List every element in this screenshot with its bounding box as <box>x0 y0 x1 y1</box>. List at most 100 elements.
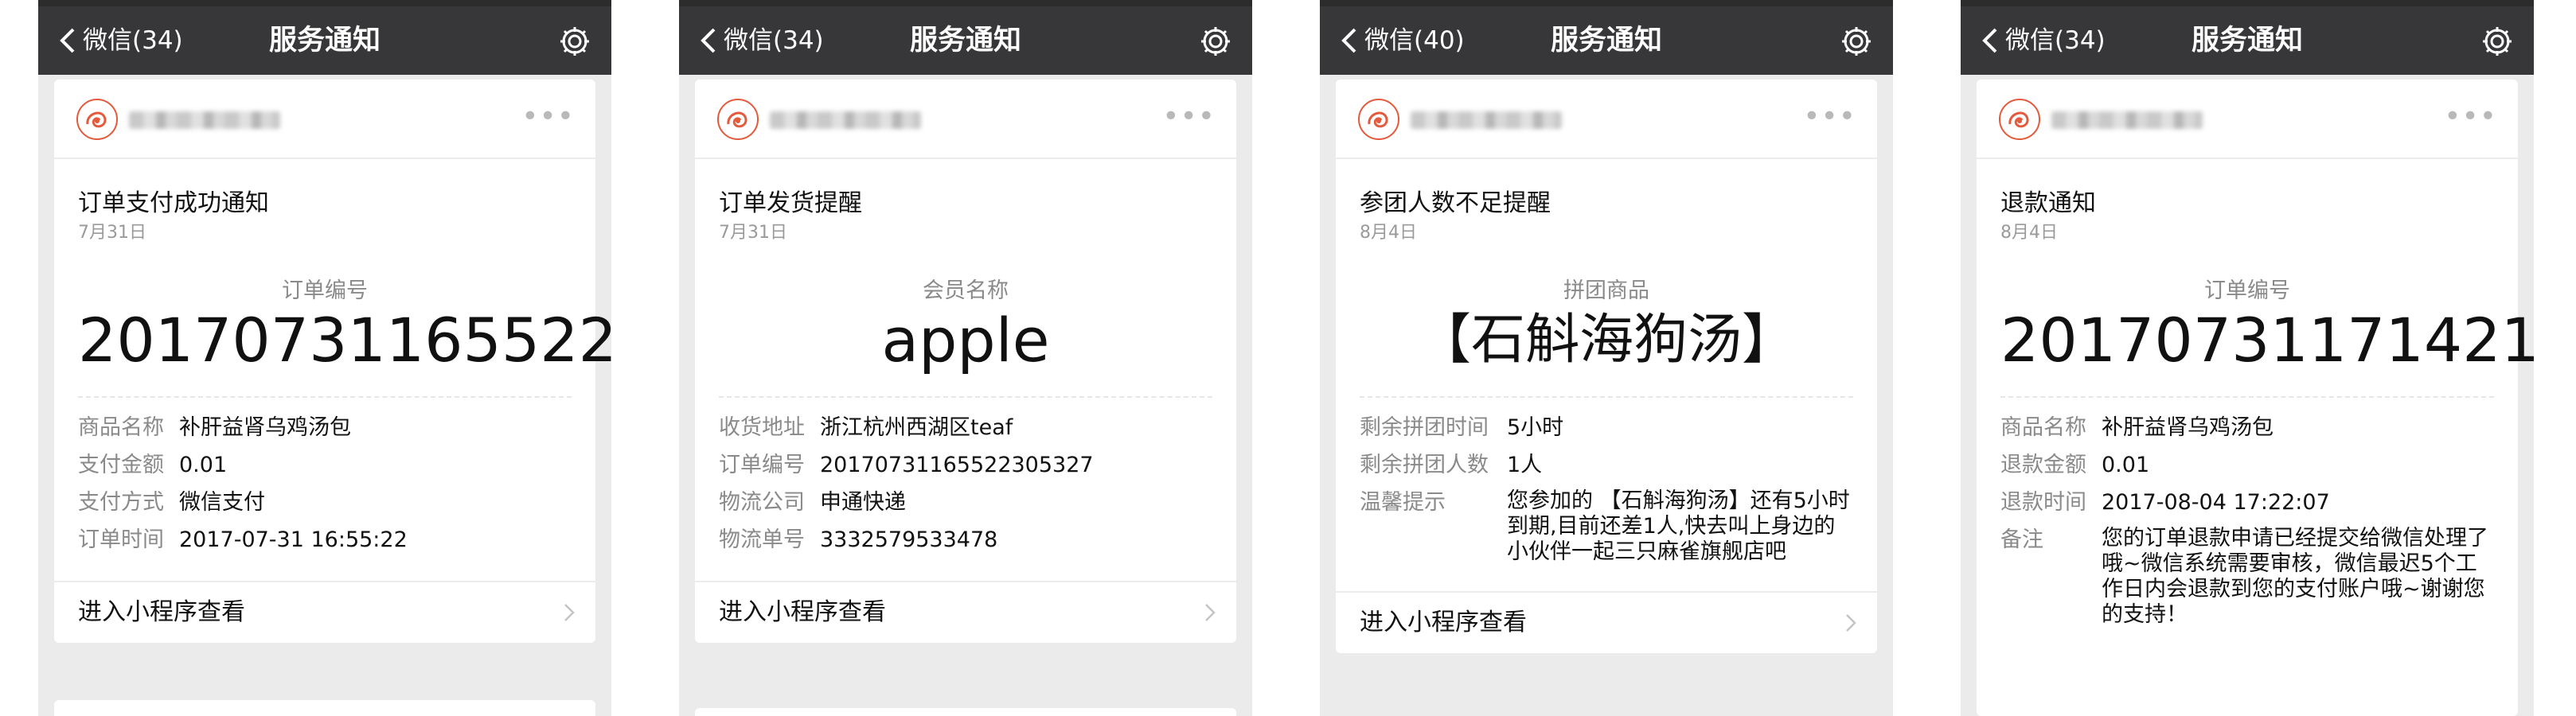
field-value: 您的订单退款申请已经提交给微信处理了哦~微信系统需要审核，微信最迟5个工作日内会… <box>2102 526 2488 627</box>
status-bar <box>38 0 611 6</box>
card-body: 参团人数不足提醒 8月4日 拼团商品 【石斛海狗汤】 剩余拼团时间 5小时 剩余拼… <box>1336 188 1877 591</box>
field-row: 订单编号 20170731165522305327 <box>719 451 1212 480</box>
field-value: 补肝益肾乌鸡汤包 <box>179 415 351 440</box>
phone-screen-refund: 微信(34) 服务通知 ••• 退款通知 8月4日 订单编号 201707311… <box>1961 0 2534 716</box>
status-bar <box>1961 0 2534 6</box>
message-date: 7月31日 <box>719 223 787 243</box>
back-button[interactable]: 微信(34) <box>54 6 183 75</box>
message-title: 订单发货提醒 <box>719 189 862 217</box>
next-card-peek <box>695 708 1236 716</box>
back-label: 微信(34) <box>83 26 183 55</box>
field-row: 物流单号 3332579533478 <box>719 526 1212 555</box>
message-title: 参团人数不足提醒 <box>1360 189 1551 217</box>
gear-icon[interactable] <box>1198 24 1233 59</box>
phone-screen-payment: 微信(34) 服务通知 ••• 订单支付成功通知 7月31日 订单编号 2017… <box>38 0 611 716</box>
more-dots-icon[interactable]: ••• <box>1162 97 1216 137</box>
field-value: 2017-08-04 17:22:07 <box>2102 490 2330 515</box>
message-date: 7月31日 <box>78 223 146 243</box>
card-header: ••• <box>1336 80 1877 159</box>
back-button[interactable]: 微信(40) <box>1336 6 1465 75</box>
back-button[interactable]: 微信(34) <box>695 6 824 75</box>
card-body: 退款通知 8月4日 订单编号 20170731171421 商品名称 补肝益肾乌鸡… <box>1977 188 2534 654</box>
key-value: 20170731171421 <box>2000 305 2534 376</box>
card-body: 订单支付成功通知 7月31日 订单编号 20170731165522 商品名称补… <box>54 188 611 581</box>
blurred-account-name <box>2051 111 2203 129</box>
nav-bar: 微信(40) 服务通知 <box>1320 6 1893 75</box>
avatar <box>1999 99 2040 140</box>
field-label: 物流公司 <box>719 490 805 515</box>
chevron-left-icon <box>1341 28 1356 53</box>
open-mini-program-link[interactable]: 进入小程序查看 <box>695 581 1236 643</box>
card-body: 订单发货提醒 7月31日 会员名称 apple 收货地址 浙江杭州西湖区teaf … <box>695 188 1236 581</box>
field-label: 备注 <box>2000 527 2043 552</box>
key-value: 【石斛海狗汤】 <box>1416 309 1796 372</box>
chevron-right-icon <box>564 604 575 621</box>
key-label: 拼团商品 <box>1563 278 1649 303</box>
key-value: 20170731165522 <box>78 305 611 376</box>
chevron-right-icon <box>1205 604 1216 621</box>
message-date: 8月4日 <box>1360 223 1417 243</box>
field-value: 您参加的 【石斛海狗汤】还有5小时到期,目前还差1人,快去叫上身边的小伙伴一起三… <box>1507 488 1850 564</box>
field-value: 微信支付 <box>179 490 265 515</box>
field-label: 剩余拼团时间 <box>1360 415 1489 440</box>
field-label: 订单编号 <box>719 453 805 477</box>
footer-label: 进入小程序查看 <box>1360 609 1527 636</box>
nav-bar: 微信(34) 服务通知 <box>679 6 1252 75</box>
field-value: 20170731165522305327 <box>820 453 1094 477</box>
notification-card: ••• 订单支付成功通知 7月31日 订单编号 20170731165522 商… <box>54 80 611 643</box>
field-label: 收货地址 <box>719 415 805 440</box>
gear-icon[interactable] <box>557 24 592 59</box>
nav-bar: 微信(34) 服务通知 <box>38 6 611 75</box>
field-label: 订单时间 <box>78 527 164 552</box>
notification-card: ••• 订单发货提醒 7月31日 会员名称 apple 收货地址 浙江杭州西湖区t… <box>695 80 1236 643</box>
footer-label: 进入小程序查看 <box>719 598 886 626</box>
gear-icon[interactable] <box>2480 24 2515 59</box>
field-label: 商品名称 <box>78 415 164 440</box>
open-mini-program-link[interactable]: 进入小程序查看 <box>1336 591 1877 653</box>
status-bar <box>679 0 1252 6</box>
field-label: 物流单号 <box>719 527 805 552</box>
field-label: 退款金额 <box>2000 453 2086 477</box>
field-row: 物流公司 申通快递 <box>719 488 1212 517</box>
back-label: 微信(34) <box>2005 26 2106 55</box>
key-value: apple <box>881 305 1050 376</box>
field-label: 商品名称 <box>2000 415 2086 440</box>
field-list: 剩余拼团时间 5小时 剩余拼团人数 1人 温馨提示 您参加的 【石斛海狗汤】还有5小时… <box>1360 398 1853 591</box>
field-label: 支付方式 <box>78 490 164 515</box>
card-header: ••• <box>1977 80 2518 159</box>
key-label: 订单编号 <box>282 278 368 303</box>
field-row: 收货地址 浙江杭州西湖区teaf <box>719 414 1212 442</box>
message-date: 8月4日 <box>2000 223 2058 243</box>
blurred-account-name <box>770 111 921 129</box>
field-label: 退款时间 <box>2000 490 2086 515</box>
field-row: 退款金额 0.01 <box>2000 451 2494 480</box>
field-list: 商品名称 补肝益肾乌鸡汤包 退款金额 0.01 退款时间 2017-08-04 17:… <box>2000 398 2494 654</box>
gear-icon[interactable] <box>1839 24 1874 59</box>
back-label: 微信(40) <box>1364 26 1465 55</box>
next-card-peek <box>54 700 595 716</box>
more-dots-icon[interactable]: ••• <box>2444 97 2497 137</box>
card-header: ••• <box>695 80 1236 159</box>
chevron-right-icon <box>1846 614 1856 632</box>
more-dots-icon[interactable]: ••• <box>1803 97 1856 137</box>
blurred-account-name <box>1411 111 1562 129</box>
field-list: 收货地址 浙江杭州西湖区teaf 订单编号 20170731165522305327… <box>719 398 1212 581</box>
field-value: 浙江杭州西湖区teaf <box>820 415 1013 440</box>
field-value: 1人 <box>1507 453 1543 477</box>
field-row: 支付方式 微信支付 <box>78 488 572 517</box>
phone-screen-group-buy: 微信(40) 服务通知 ••• 参团人数不足提醒 8月4日 拼团商品 【石斛海狗… <box>1320 0 1893 716</box>
status-bar <box>1320 0 1893 6</box>
avatar <box>76 99 118 140</box>
card-header: ••• <box>54 80 595 159</box>
nav-bar: 微信(34) 服务通知 <box>1961 6 2534 75</box>
more-dots-icon[interactable]: ••• <box>521 97 575 137</box>
back-button[interactable]: 微信(34) <box>1977 6 2106 75</box>
field-row: 备注 您的订单退款申请已经提交给微信处理了哦~微信系统需要审核，微信最迟5个工作日… <box>2000 526 2494 628</box>
field-value: 补肝益肾乌鸡汤包 <box>2102 415 2274 440</box>
chevron-left-icon <box>1982 28 1997 53</box>
key-label: 订单编号 <box>2204 278 2290 303</box>
field-row: 支付金额 0.01 <box>78 451 572 480</box>
open-mini-program-link[interactable]: 进入小程序查看 <box>54 581 595 643</box>
field-value: 5小时 <box>1507 415 1564 440</box>
field-row: 剩余拼团人数 1人 <box>1360 451 1853 480</box>
